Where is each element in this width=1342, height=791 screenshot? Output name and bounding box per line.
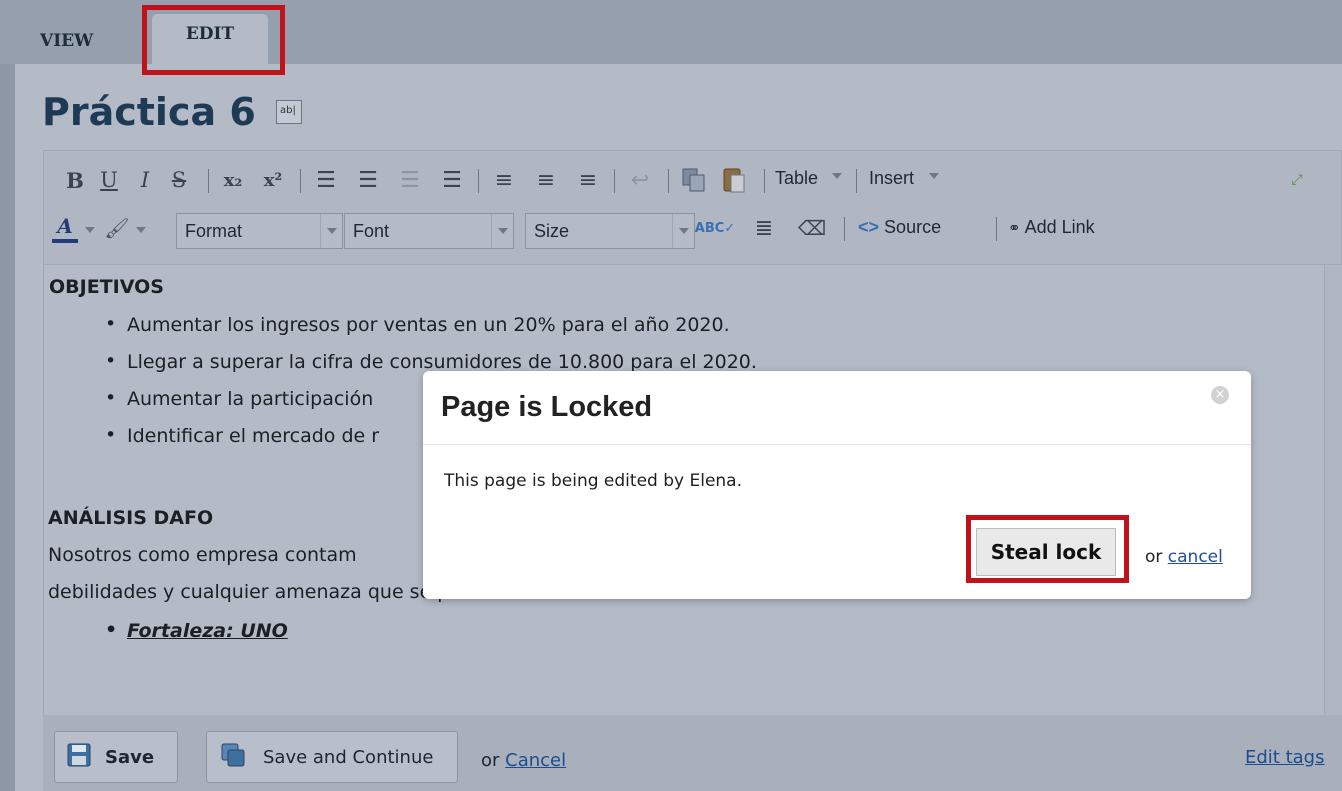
font-chevron-down-icon (491, 214, 513, 248)
add-link-button[interactable]: ⚭ Add Link (1008, 217, 1095, 238)
page-title: Práctica 6 (42, 90, 256, 134)
editor-toolbar: B U I S x₂ x² ☰ ☰ ☰ ☰ ≡ ≡ ≡ ↩ Table Inse… (43, 150, 1342, 265)
bullet-list-icon[interactable]: ☰ (312, 165, 340, 195)
list-item: Fortaleza: UNO (105, 619, 288, 642)
font-select-label: Font (353, 221, 390, 241)
rename-icon[interactable]: ab| (276, 100, 302, 124)
superscript-button[interactable]: x² (258, 165, 288, 195)
paste-icon[interactable] (720, 165, 748, 195)
align-left-icon[interactable]: ≡ (490, 165, 518, 195)
text-color-caret-icon[interactable] (85, 227, 95, 233)
format-select-label: Format (185, 221, 243, 241)
toolbar-row-1: B U I S x₂ x² ☰ ☰ ☰ ☰ ≡ ≡ ≡ ↩ Table Inse… (44, 161, 1341, 201)
paragraph-line: Nosotros como empresa contam (48, 544, 357, 566)
subscript-button[interactable]: x₂ (218, 165, 248, 195)
table-caret-icon (832, 173, 842, 179)
save-and-continue-label: Save and Continue (263, 746, 434, 768)
format-chevron-down-icon (320, 214, 342, 248)
modal-header: Page is Locked × (423, 371, 1251, 445)
list-item: Aumentar la participación (105, 387, 373, 410)
link-icon: ⚭ (1008, 220, 1021, 237)
insert-menu[interactable]: Insert (869, 168, 914, 189)
tab-view[interactable]: VIEW (40, 14, 140, 64)
bold-button[interactable]: B (62, 165, 88, 195)
indent-icon[interactable]: ☰ (438, 165, 466, 195)
toolbar-separator (208, 169, 209, 193)
save-button-label: Save (105, 746, 155, 768)
list-item: Aumentar los ingresos por ventas en un 2… (105, 313, 730, 336)
cancel-link[interactable]: Cancel (505, 750, 566, 771)
steal-lock-highlight (966, 515, 1129, 583)
modal-cancel-link[interactable]: cancel (1168, 547, 1223, 567)
size-chevron-down-icon (672, 214, 694, 248)
close-icon[interactable]: × (1211, 386, 1229, 404)
text-color-icon[interactable]: A (52, 213, 78, 243)
background-color-caret-icon[interactable] (136, 227, 146, 233)
underline-button[interactable]: U (96, 165, 122, 195)
save-and-continue-button[interactable]: Save and Continue (206, 731, 458, 783)
numbered-list-icon[interactable]: ☰ (354, 165, 382, 195)
toolbar-separator (856, 169, 857, 193)
toolbar-separator (300, 169, 301, 193)
source-button[interactable]: <> Source (858, 217, 941, 238)
align-right-icon[interactable]: ≡ (574, 165, 602, 195)
save-icon (67, 743, 91, 772)
footer-cancel-text: or Cancel (481, 750, 566, 771)
format-select[interactable]: Format (176, 213, 343, 249)
background-color-icon[interactable]: 🖌 (104, 213, 130, 243)
save-button[interactable]: Save (54, 731, 178, 783)
toolbar-separator (764, 169, 765, 193)
page-locked-dialog: Page is Locked × This page is being edit… (423, 371, 1251, 599)
list-item: Llegar a superar la cifra de consumidore… (105, 350, 757, 373)
editor-scrollbar[interactable] (1324, 265, 1342, 715)
insert-caret-icon (929, 173, 939, 179)
eraser-icon[interactable]: ⌫ (798, 213, 826, 243)
spellcheck-icon[interactable]: ABC✓ (695, 213, 735, 243)
modal-message: This page is being edited by Elena. (444, 471, 742, 491)
font-select[interactable]: Font (344, 213, 514, 249)
size-select-label: Size (534, 221, 570, 241)
toolbar-separator (996, 217, 997, 241)
size-select[interactable]: Size (525, 213, 695, 249)
line-height-icon[interactable]: ≣ (750, 213, 778, 243)
toolbar-separator (844, 217, 845, 241)
table-menu[interactable]: Table (775, 168, 818, 189)
toolbar-separator (614, 169, 615, 193)
edit-tab-highlight (142, 5, 285, 75)
maximize-icon[interactable]: ⤢ (1284, 165, 1310, 195)
modal-title: Page is Locked (441, 391, 653, 423)
edit-tags-link[interactable]: Edit tags (1245, 747, 1324, 768)
align-center-icon[interactable]: ≡ (532, 165, 560, 195)
strikethrough-button[interactable]: S (164, 165, 194, 195)
footer-or-text: or (481, 750, 500, 771)
toolbar-separator (478, 169, 479, 193)
heading-dafo: ANÁLISIS DAFO (48, 507, 214, 529)
toolbar-separator (668, 169, 669, 193)
undo-icon[interactable]: ↩ (626, 165, 654, 195)
source-label: Source (884, 217, 942, 237)
save-continue-icon (221, 743, 245, 772)
outdent-icon[interactable]: ☰ (396, 165, 424, 195)
code-icon: <> (858, 217, 880, 237)
heading-objetivos: OBJETIVOS (49, 276, 164, 298)
list-item: Identificar el mercado de r (105, 424, 379, 447)
editor-footer: Save Save and Continue or Cancel Edit ta… (43, 715, 1342, 791)
modal-cancel-text: or cancel (1145, 547, 1223, 567)
add-link-label: Add Link (1024, 217, 1095, 237)
toolbar-row-2: A 🖌 Format Font Size ABC✓ ≣ ⌫ <> Source … (44, 213, 1341, 253)
copy-icon[interactable] (680, 165, 708, 195)
modal-or-text: or (1145, 547, 1163, 567)
italic-button[interactable]: I (132, 165, 158, 195)
